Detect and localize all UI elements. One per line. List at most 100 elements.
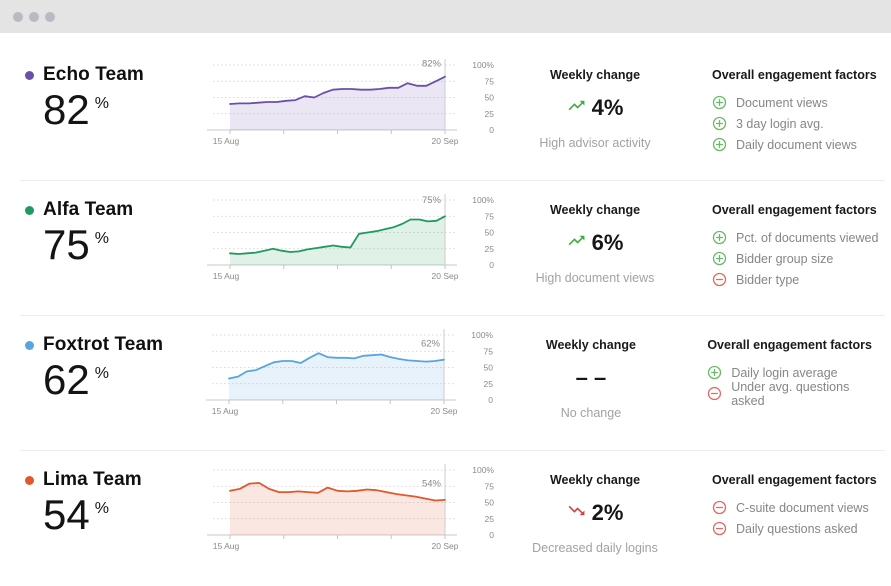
percent-sign: %: [95, 501, 109, 518]
factor-plus-icon: [712, 230, 727, 245]
factor-item: 3 day login avg.: [712, 113, 877, 134]
factor-plus-icon: [712, 251, 727, 266]
svg-text:20 Sep: 20 Sep: [432, 271, 459, 281]
svg-text:15 Aug: 15 Aug: [213, 136, 240, 146]
factor-plus-icon: [712, 95, 727, 110]
trend-down-icon: [567, 501, 586, 520]
factor-label: Document views: [736, 96, 828, 110]
weekly-change-value: 2%: [510, 500, 680, 526]
percent-sign: %: [95, 366, 109, 383]
weekly-change-value: – –: [507, 365, 676, 391]
engagement-sparkline: 100%755025015 Aug20 Sep82%: [205, 46, 510, 180]
factor-item: Bidder group size: [712, 248, 878, 269]
weekly-change-value: 4%: [510, 95, 680, 121]
team-color-dot: [25, 341, 34, 350]
engagement-factors-block: Overall engagement factors Pct. of docum…: [712, 181, 878, 315]
sparkline-chart: 100% 75 50 25 0 15 Aug 20 Sep 75%: [205, 189, 495, 286]
team-row-alfa: Alfa Team 75% 100%755025015 Aug20 Sep75%…: [20, 181, 885, 316]
svg-text:75: 75: [485, 76, 495, 86]
factor-plus-icon: [712, 137, 727, 152]
engagement-factors-block: Overall engagement factors Document view…: [712, 46, 877, 180]
sparkline-chart: 100%755025015 Aug20 Sep62%: [204, 324, 494, 421]
engagement-sparkline: 100%755025015 Aug20 Sep62%: [204, 316, 507, 450]
team-row-echo: Echo Team 82% 100%755025015 Aug20 Sep82%…: [20, 46, 885, 181]
weekly-change-block: Weekly change 4% High advisor activity: [510, 46, 680, 180]
svg-text:20 Sep: 20 Sep: [432, 136, 459, 146]
svg-text:50: 50: [485, 228, 495, 238]
factor-item: Under avg. questions asked: [707, 383, 885, 404]
team-row-foxtrot: Foxtrot Team 62% 100%755025015 Aug20 Sep…: [20, 316, 885, 451]
weekly-change-description: Decreased daily logins: [510, 541, 680, 555]
weekly-change-title: Weekly change: [510, 68, 680, 82]
svg-text:50: 50: [483, 363, 493, 373]
svg-text:0: 0: [488, 395, 493, 405]
team-score: 82%: [43, 88, 205, 132]
weekly-change-value: 6%: [510, 230, 680, 256]
svg-text:0: 0: [489, 260, 494, 270]
window-control-dot: [29, 12, 39, 22]
factor-item: C-suite document views: [712, 497, 877, 518]
window-control-dot: [45, 12, 55, 22]
weekly-change-description: High advisor activity: [510, 136, 680, 150]
factor-item: Bidder type: [712, 269, 878, 290]
weekly-change-block: Weekly change 6% High document views: [510, 181, 680, 315]
team-summary: Foxtrot Team 62%: [20, 316, 204, 450]
svg-text:50: 50: [485, 498, 495, 508]
trend-up-icon-wrap: [567, 230, 586, 256]
svg-text:25: 25: [485, 514, 495, 524]
factor-item: Daily questions asked: [712, 518, 877, 539]
sparkline-end-label: 54%: [422, 479, 442, 490]
factor-item: Document views: [712, 92, 877, 113]
factor-label: Daily questions asked: [736, 522, 858, 536]
team-name: Echo Team: [43, 64, 144, 86]
svg-text:25: 25: [485, 109, 495, 119]
svg-text:25: 25: [485, 244, 495, 254]
weekly-change-title: Weekly change: [507, 338, 676, 352]
team-name: Foxtrot Team: [43, 334, 163, 356]
factor-minus-icon: [712, 521, 727, 536]
svg-text:100%: 100%: [472, 60, 494, 70]
engagement-factors-block: Overall engagement factors C-suite docum…: [712, 451, 877, 586]
sparkline-chart: 100%755025015 Aug20 Sep54%: [205, 459, 495, 556]
svg-text:0: 0: [489, 125, 494, 135]
factor-plus-icon: [707, 365, 722, 380]
team-color-dot: [25, 206, 34, 215]
weekly-change-number: 2%: [592, 500, 624, 526]
weekly-change-title: Weekly change: [510, 203, 680, 217]
svg-text:15 Aug: 15 Aug: [213, 541, 240, 551]
factor-label: C-suite document views: [736, 501, 869, 515]
team-score-value: 54: [43, 491, 90, 538]
svg-text:20 Sep: 20 Sep: [432, 541, 459, 551]
factor-label: 3 day login avg.: [736, 117, 824, 131]
engagement-factors-list: Daily login averageUnder avg. questions …: [707, 362, 885, 404]
weekly-change-block: Weekly change 2% Decreased daily logins: [510, 451, 680, 586]
weekly-change-description: High document views: [510, 271, 680, 285]
svg-text:0: 0: [489, 530, 494, 540]
window-control-dot: [13, 12, 23, 22]
engagement-factors-list: Pct. of documents viewedBidder group siz…: [712, 227, 878, 290]
factor-label: Bidder type: [736, 273, 799, 287]
svg-text:100%: 100%: [472, 465, 494, 475]
window-titlebar: [0, 0, 891, 33]
engagement-factors-list: Document views 3 day login avg. Daily docu…: [712, 92, 877, 155]
weekly-change-number: – –: [576, 365, 607, 391]
engagement-factors-list: C-suite document views Daily questions as…: [712, 497, 877, 539]
engagement-factors-title: Overall engagement factors: [712, 68, 877, 82]
factor-item: Daily document views: [712, 134, 877, 155]
factor-label: Under avg. questions asked: [731, 380, 885, 408]
svg-text:15 Aug: 15 Aug: [213, 271, 240, 281]
factor-minus-icon: [712, 272, 727, 287]
svg-text:15 Aug: 15 Aug: [211, 406, 238, 416]
svg-text:20 Sep: 20 Sep: [430, 406, 457, 416]
trend-down-icon-wrap: [567, 500, 586, 526]
factor-label: Bidder group size: [736, 252, 833, 266]
trend-up-icon: [567, 96, 586, 115]
team-score-value: 82: [43, 86, 90, 133]
sparkline-end-label: 75%: [422, 195, 442, 206]
weekly-change-block: Weekly change – – No change: [507, 316, 676, 450]
svg-text:100%: 100%: [472, 195, 494, 205]
svg-text:75: 75: [485, 211, 495, 221]
team-score-value: 62: [43, 356, 90, 403]
weekly-change-title: Weekly change: [510, 473, 680, 487]
svg-text:75: 75: [483, 346, 493, 356]
